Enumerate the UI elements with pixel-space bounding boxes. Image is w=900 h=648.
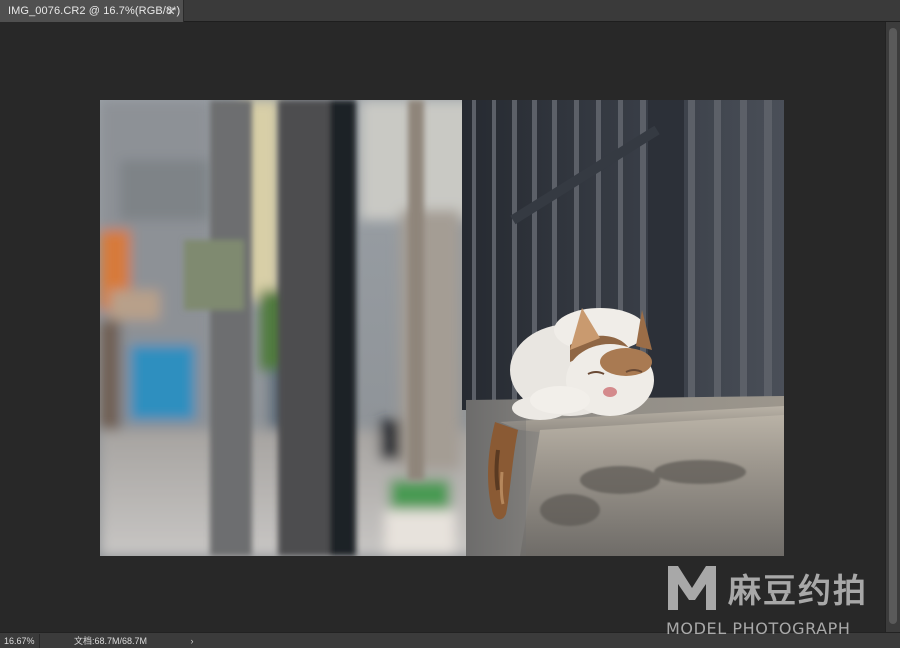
photo-image xyxy=(100,100,784,556)
watermark: 麻豆约拍 MODEL PHOTOGRAPH xyxy=(662,558,890,638)
document-tab-title: IMG_0076.CR2 @ 16.7%(RGB/8*) xyxy=(8,5,181,17)
watermark-en-text: MODEL PHOTOGRAPH xyxy=(666,619,851,638)
photo-canvas[interactable] xyxy=(100,100,784,556)
close-icon[interactable]: ✕ xyxy=(164,4,178,18)
vertical-scrollbar[interactable] xyxy=(885,22,900,632)
scrollbar-thumb[interactable] xyxy=(889,28,897,624)
watermark-cn-text: 麻豆约拍 xyxy=(728,571,868,610)
document-size-info: 文档:68.7M/68.7M xyxy=(74,636,148,646)
zoom-field[interactable]: 16.67% xyxy=(0,634,40,648)
watermark-logo-icon xyxy=(668,566,716,610)
status-menu-arrow-icon[interactable]: › xyxy=(187,634,197,648)
document-tab-bar: IMG_0076.CR2 @ 16.7%(RGB/8*) ✕ xyxy=(0,0,900,22)
document-tab[interactable]: IMG_0076.CR2 @ 16.7%(RGB/8*) ✕ xyxy=(0,0,184,22)
